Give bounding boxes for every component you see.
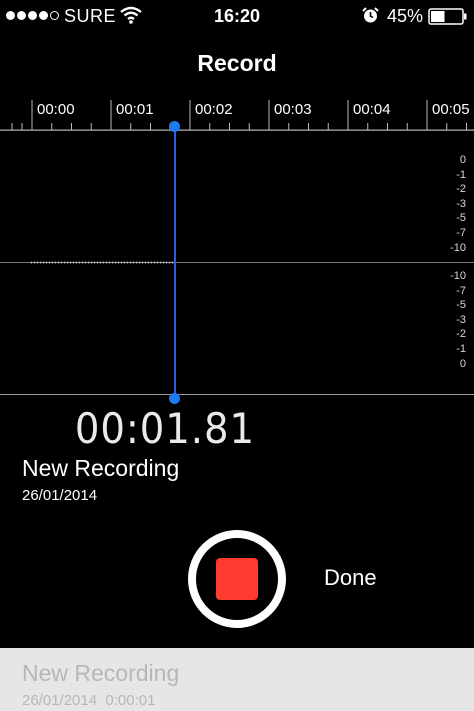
level-label: -10 xyxy=(450,241,466,254)
battery-fill xyxy=(431,11,445,22)
list-item[interactable]: New Recording 26/01/2014 0:00:01 xyxy=(0,648,474,711)
ruler-label: 00:02 xyxy=(195,101,233,118)
ruler-label: 00:05 xyxy=(432,101,470,118)
ruler-label: 00:00 xyxy=(37,101,75,118)
level-label: -7 xyxy=(456,284,466,297)
time-ruler[interactable]: 00:00 00:01 00:02 00:03 00:04 00:05 xyxy=(0,95,474,135)
playhead-line[interactable] xyxy=(174,126,176,399)
playhead-bottom-handle[interactable] xyxy=(169,393,180,404)
ruler-label: 00:04 xyxy=(353,101,391,118)
level-label: 0 xyxy=(459,357,466,370)
list-item-date: 26/01/2014 xyxy=(22,692,98,709)
list-item-duration: 0:00:01 xyxy=(105,692,156,709)
level-label: -2 xyxy=(456,183,466,196)
level-label: -3 xyxy=(456,313,466,326)
playhead-top-handle[interactable] xyxy=(169,121,180,132)
elapsed-time: 00:01.81 xyxy=(74,404,256,453)
recording-date: 26/01/2014 xyxy=(22,487,98,504)
waveform-top-border xyxy=(0,130,474,131)
record-stop-button[interactable] xyxy=(188,530,286,628)
level-label: -5 xyxy=(456,212,466,225)
done-button[interactable]: Done xyxy=(324,565,377,591)
status-bar: SURE 16:20 45% xyxy=(0,0,474,32)
ruler-label: 00:01 xyxy=(116,101,154,118)
list-item-name: New Recording xyxy=(22,660,180,686)
page-title: Record xyxy=(197,50,277,76)
level-label: -7 xyxy=(456,227,466,239)
alarm-icon xyxy=(362,7,379,23)
level-label: -2 xyxy=(456,328,466,341)
battery-icon xyxy=(428,8,467,25)
level-label: 0 xyxy=(459,154,466,166)
level-label: -1 xyxy=(456,343,466,355)
waveform-bottom-border xyxy=(0,394,474,395)
list-item-meta: 26/01/2014 0:00:01 xyxy=(22,692,155,709)
level-label: -1 xyxy=(456,168,466,181)
level-label: -10 xyxy=(450,270,466,282)
ruler-label: 00:03 xyxy=(274,101,312,118)
waveform xyxy=(30,261,174,264)
level-label: -3 xyxy=(456,197,466,210)
stop-icon xyxy=(216,558,258,600)
level-label: -5 xyxy=(456,299,466,312)
battery-percent: 45% xyxy=(387,6,424,26)
recording-name[interactable]: New Recording xyxy=(22,455,179,482)
